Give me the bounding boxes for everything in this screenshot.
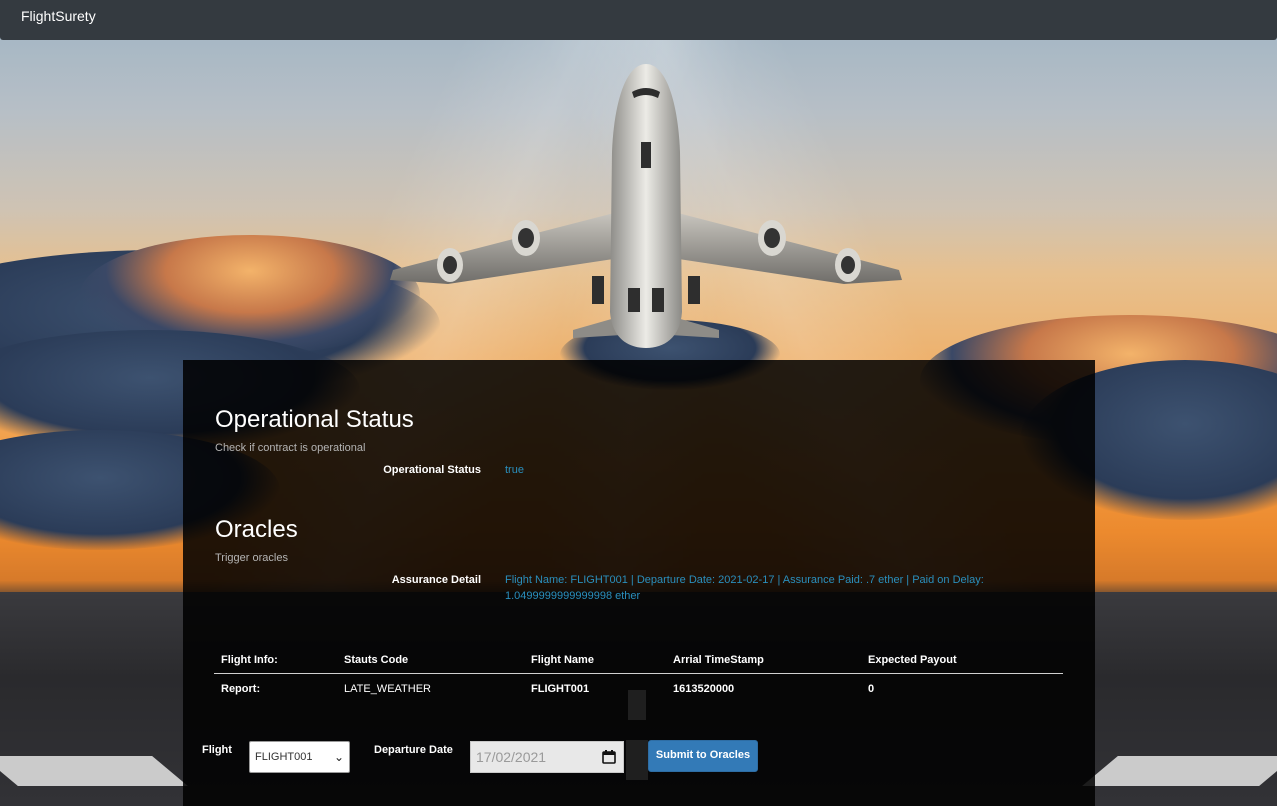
report-table: Flight Info: Stauts Code Flight Name Arr… <box>214 647 1063 702</box>
navbar: FlightSurety <box>0 0 1277 40</box>
submit-to-oracles-button[interactable]: Submit to Oracles <box>648 740 758 772</box>
table-cell: 1613520000 <box>673 683 735 695</box>
departure-date-label: Departure Date <box>374 744 453 756</box>
brand-link[interactable]: FlightSurety <box>21 7 96 25</box>
assurance-detail-label: Assurance Detail <box>391 574 481 586</box>
operational-status-label: Operational Status <box>383 464 481 476</box>
airplane-image <box>390 64 902 348</box>
column-header: Arrial TimeStamp <box>673 654 764 666</box>
table-row: Report: LATE_WEATHER FLIGHT001 161352000… <box>214 674 1063 703</box>
column-header: Stauts Code <box>344 654 409 666</box>
table-header-row: Flight Info: Stauts Code Flight Name Arr… <box>214 647 1063 674</box>
column-header: Flight Info: <box>221 654 278 666</box>
oracles-title: Oracles <box>215 516 298 543</box>
column-header: Flight Name <box>531 654 594 666</box>
operational-status-title: Operational Status <box>215 406 414 433</box>
calendar-icon[interactable] <box>602 750 616 764</box>
flight-select-value: FLIGHT001 <box>255 751 313 763</box>
table-cell: Report: <box>221 683 261 695</box>
flight-select[interactable]: FLIGHT001 ⌄ <box>249 741 350 773</box>
assurance-detail-value: Flight Name: FLIGHT001 | Departure Date:… <box>505 574 984 602</box>
column-header: Expected Payout <box>868 654 957 666</box>
table-cell: FLIGHT001 <box>531 683 590 695</box>
table-cell: LATE_WEATHER <box>344 683 431 695</box>
operational-status-subtitle: Check if contract is operational <box>215 442 366 454</box>
flight-label: Flight <box>202 744 232 756</box>
oracles-subtitle: Trigger oracles <box>215 552 288 564</box>
chevron-down-icon: ⌄ <box>333 750 344 764</box>
operational-status-value: true <box>505 464 524 476</box>
departure-date-value: 17/02/2021 <box>476 749 547 765</box>
departure-date-input[interactable]: 17/02/2021 <box>470 741 624 773</box>
runway-marking <box>1082 756 1277 786</box>
table-cell: 0 <box>868 683 875 695</box>
main-panel: Operational Status Check if contract is … <box>183 360 1095 806</box>
